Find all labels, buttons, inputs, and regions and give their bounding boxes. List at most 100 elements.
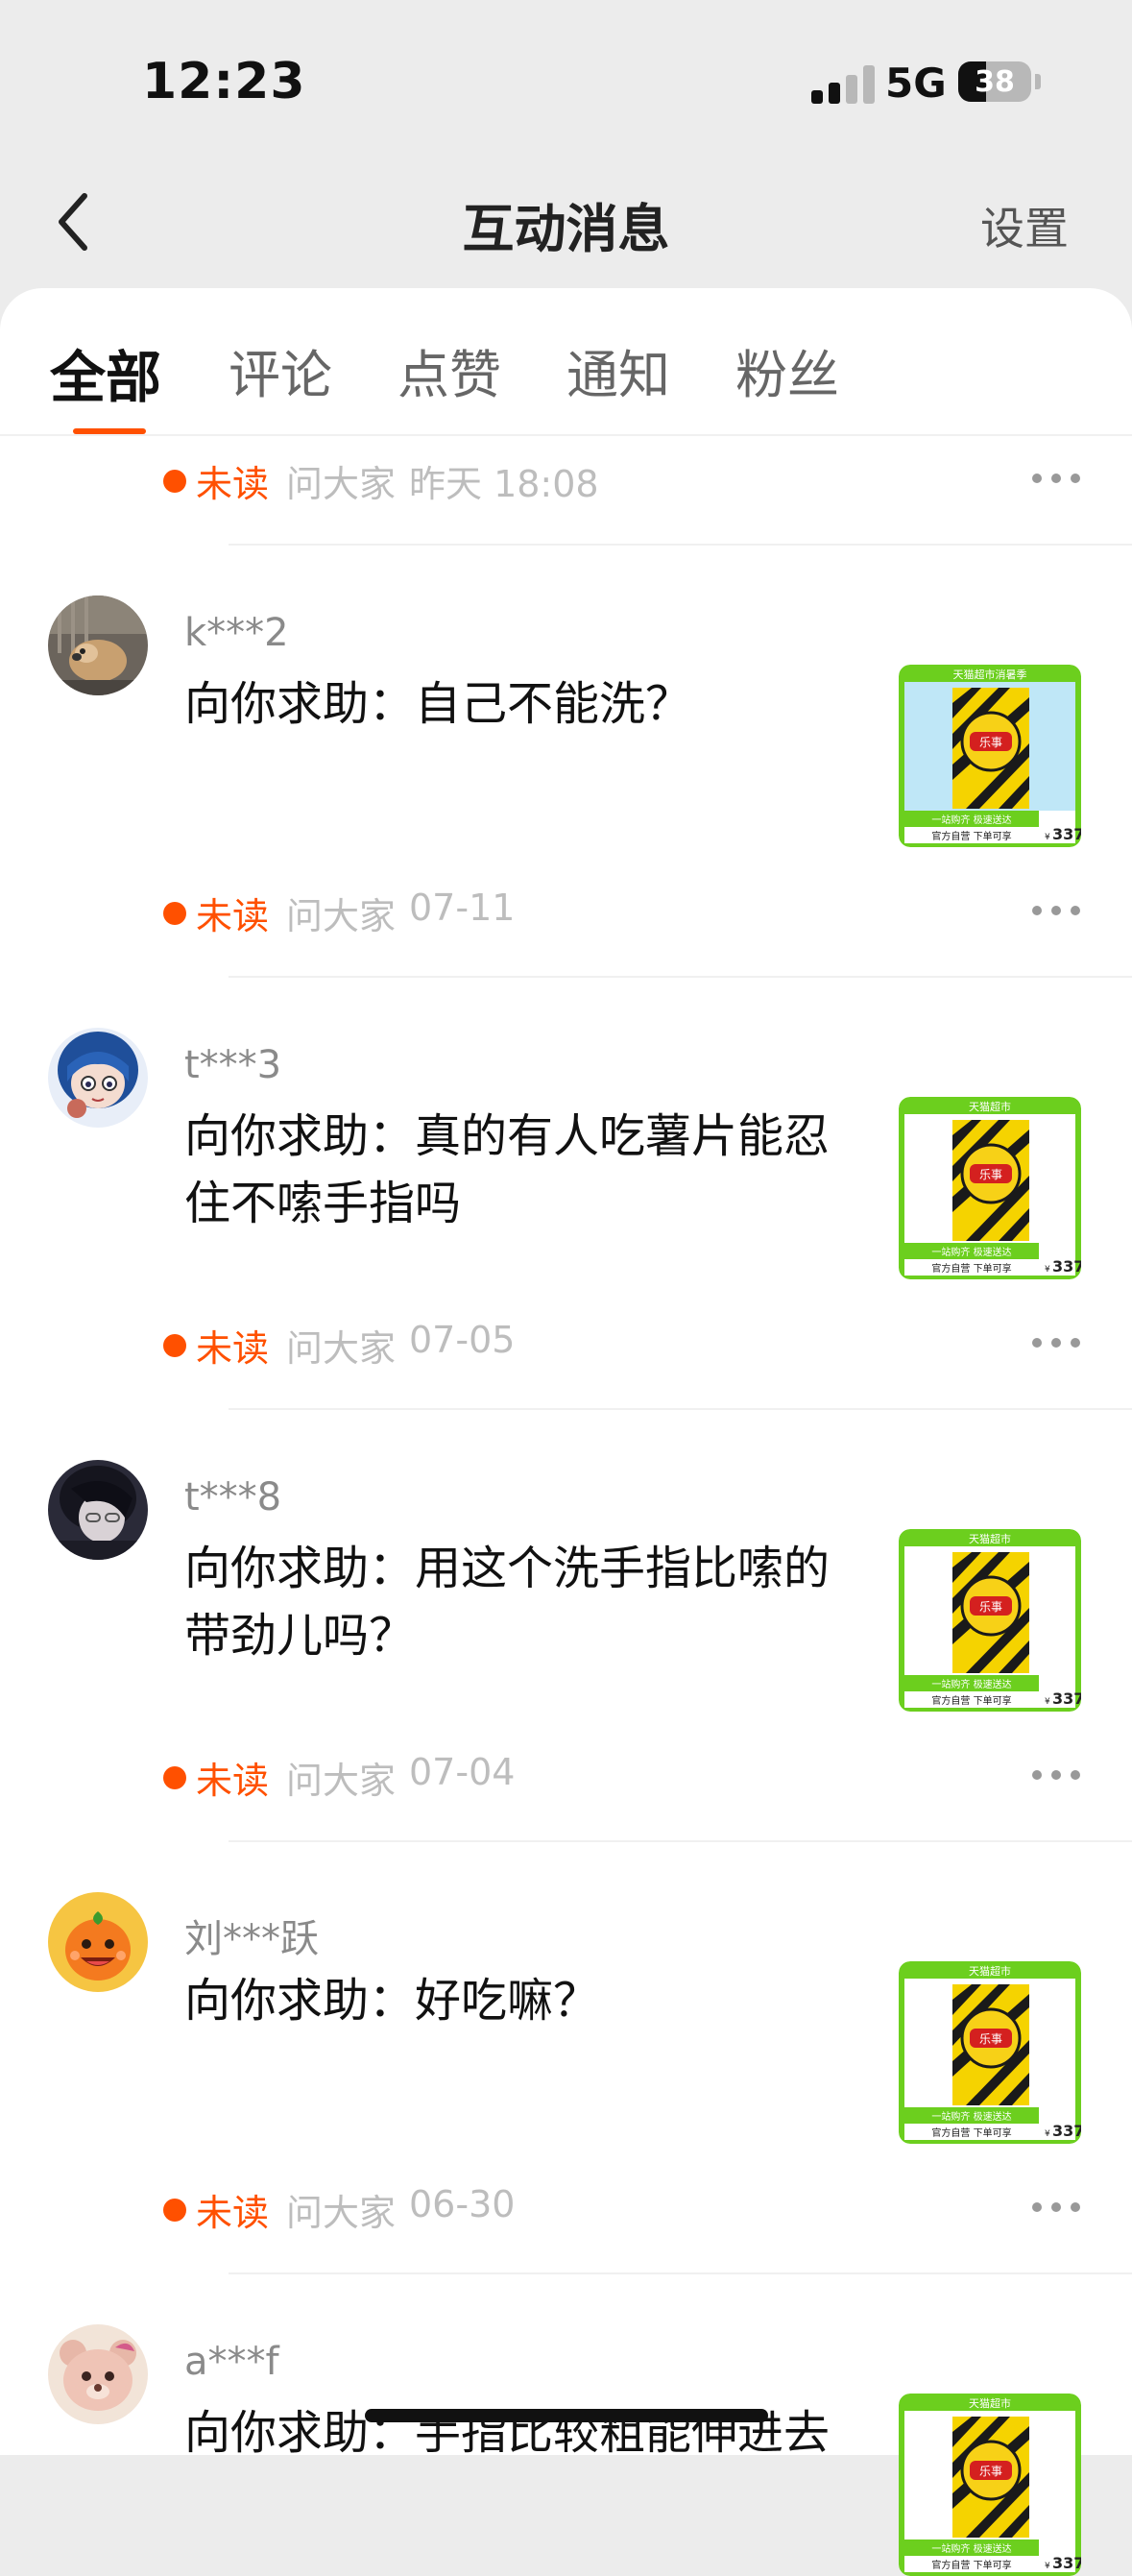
unread-label: 未读 <box>196 1327 270 1370</box>
user-avatar[interactable] <box>48 1460 148 1560</box>
battery-icon: 38 <box>958 61 1031 102</box>
cellular-signal-icon <box>811 65 879 104</box>
source-label: 问大家 <box>286 1760 397 1802</box>
tab-all[interactable]: 全部 <box>50 332 161 413</box>
message-text[interactable]: 向你求助：好吃嘛？ <box>184 1967 856 2034</box>
settings-button[interactable]: 设置 <box>980 194 1069 257</box>
username[interactable]: 刘***跃 <box>184 1908 319 1963</box>
more-options-button[interactable] <box>1027 2198 1085 2217</box>
user-avatar[interactable] <box>48 595 148 695</box>
page-title: 互动消息 <box>462 199 670 259</box>
tab-comments[interactable]: 评论 <box>229 332 332 408</box>
thumb-official: 官方自营 下单可享 <box>931 2126 1011 2139</box>
status-bar: 12:23 5G 38 <box>0 0 1132 163</box>
product-thumbnail[interactable]: 天猫超市乐事一站购齐 极速送达 官方自营 下单可享 ¥337 <box>899 2394 1081 2576</box>
tab-fans[interactable]: 粉丝 <box>735 332 839 408</box>
username[interactable]: k***2 <box>184 611 289 655</box>
source-label: 问大家 <box>286 463 397 505</box>
battery-tip <box>1035 74 1041 89</box>
product-thumbnail[interactable]: 天猫超市乐事一站购齐 极速送达 官方自营 下单可享 ¥337 <box>899 1961 1081 2144</box>
more-dots-icon <box>1032 2202 1080 2212</box>
thumb-banner: 天猫超市 <box>969 1964 1011 1978</box>
thumb-currency: ¥ <box>1045 833 1050 842</box>
thumb-slogan: 一站购齐 极速送达 <box>931 814 1011 826</box>
unread-label: 未读 <box>196 2192 270 2234</box>
product-thumbnail[interactable]: 天猫超市 乐事 一站购齐 极速送达 官方自营 下单可享 ¥337 <box>899 1529 1081 1712</box>
user-avatar[interactable] <box>48 1028 148 1128</box>
home-indicator <box>365 2409 768 2422</box>
username[interactable]: t***3 <box>184 1043 281 1087</box>
thumb-currency: ¥ <box>1045 2129 1050 2139</box>
thumb-official: 官方自营 下单可享 <box>931 1262 1011 1275</box>
thumb-brand: 乐事 <box>979 2032 1002 2046</box>
source-label: 问大家 <box>286 2192 397 2234</box>
item-divider <box>229 976 1132 978</box>
unread-label: 未读 <box>196 895 270 937</box>
thumb-slogan: 一站购齐 极速送达 <box>931 2110 1011 2123</box>
unread-dot <box>163 902 186 925</box>
thumb-banner: 天猫超市 <box>969 1100 1011 1113</box>
more-dots-icon <box>1032 906 1080 915</box>
product-thumbnail[interactable]: 天猫超市乐事一站购齐 极速送达 官方自营 下单可享 ¥337 <box>899 1097 1081 1279</box>
network-type: 5G <box>885 60 947 107</box>
thumb-price: 337 <box>1052 2122 1081 2140</box>
message-date: 07-05 <box>409 1319 516 1361</box>
unread-label: 未读 <box>196 463 270 505</box>
thumb-brand: 乐事 <box>979 2465 1002 2478</box>
message-text[interactable]: 向你求助：自己不能洗？ <box>184 670 856 738</box>
status-time: 12:23 <box>142 53 306 110</box>
more-options-button[interactable] <box>1027 1333 1085 1352</box>
unread-label: 未读 <box>196 1760 270 1802</box>
tab-notifications[interactable]: 通知 <box>566 332 670 408</box>
thumb-official: 官方自营 下单可享 <box>931 1694 1011 1707</box>
thumb-brand: 乐事 <box>979 1600 1002 1614</box>
unread-dot <box>163 1334 186 1357</box>
thumb-official: 官方自营 下单可享 <box>931 830 1011 842</box>
item-divider <box>229 544 1132 546</box>
more-options-button[interactable] <box>1027 901 1085 920</box>
username[interactable]: a***f <box>184 2340 279 2384</box>
message-text[interactable]: 向你求助：用这个洗手指比嗦的带劲儿吗？ <box>184 1535 856 1669</box>
tab-bar: 全部 评论 点赞 通知 粉丝 <box>0 288 1132 436</box>
message-date: 06-30 <box>409 2183 516 2225</box>
source-label: 问大家 <box>286 1327 397 1370</box>
product-thumbnail[interactable]: 天猫超市消暑季 乐事一站购齐 极速送达 官方自营 下单可享 ¥337 <box>899 665 1081 847</box>
more-dots-icon <box>1032 474 1080 483</box>
message-date: 07-04 <box>409 1751 516 1793</box>
user-avatar[interactable] <box>48 1892 148 1992</box>
user-avatar[interactable] <box>48 2324 148 2424</box>
thumb-brand: 乐事 <box>979 1168 1002 1181</box>
thumb-price: 337 <box>1052 1257 1081 1276</box>
username[interactable]: t***8 <box>184 1475 281 1519</box>
active-tab-indicator <box>73 428 146 434</box>
thumb-price: 337 <box>1052 2554 1081 2572</box>
thumb-slogan: 一站购齐 极速送达 <box>931 2542 1011 2555</box>
battery-level: 38 <box>975 65 1015 99</box>
thumb-brand: 乐事 <box>979 736 1002 749</box>
item-divider <box>229 1408 1132 1410</box>
message-date: 07-11 <box>409 887 516 929</box>
thumb-slogan: 一站购齐 极速送达 <box>931 1678 1011 1690</box>
thumb-official: 官方自营 下单可享 <box>931 2559 1011 2571</box>
item-divider <box>229 1840 1132 1842</box>
message-date: 昨天 18:08 <box>409 463 599 505</box>
unread-dot <box>163 1766 186 1789</box>
thumb-banner: 天猫超市 <box>969 1532 1011 1545</box>
unread-dot <box>163 470 186 493</box>
more-options-button[interactable] <box>1027 469 1085 488</box>
thumb-banner: 天猫超市 <box>969 2396 1011 2410</box>
thumb-currency: ¥ <box>1045 1265 1050 1275</box>
tab-likes[interactable]: 点赞 <box>397 332 501 408</box>
item-divider <box>229 2272 1132 2274</box>
message-text[interactable]: 向你求助：真的有人吃薯片能忍住不嗦手指吗 <box>184 1103 856 1237</box>
thumb-banner: 天猫超市消暑季 <box>953 668 1027 681</box>
source-label: 问大家 <box>286 895 397 937</box>
more-options-button[interactable] <box>1027 1765 1085 1785</box>
thumb-slogan: 一站购齐 极速送达 <box>931 1246 1011 1258</box>
more-dots-icon <box>1032 1770 1080 1780</box>
thumb-currency: ¥ <box>1045 1697 1050 1707</box>
thumb-price: 337 <box>1052 825 1081 843</box>
thumb-currency: ¥ <box>1045 2562 1050 2571</box>
unread-dot <box>163 2199 186 2222</box>
more-dots-icon <box>1032 1338 1080 1348</box>
